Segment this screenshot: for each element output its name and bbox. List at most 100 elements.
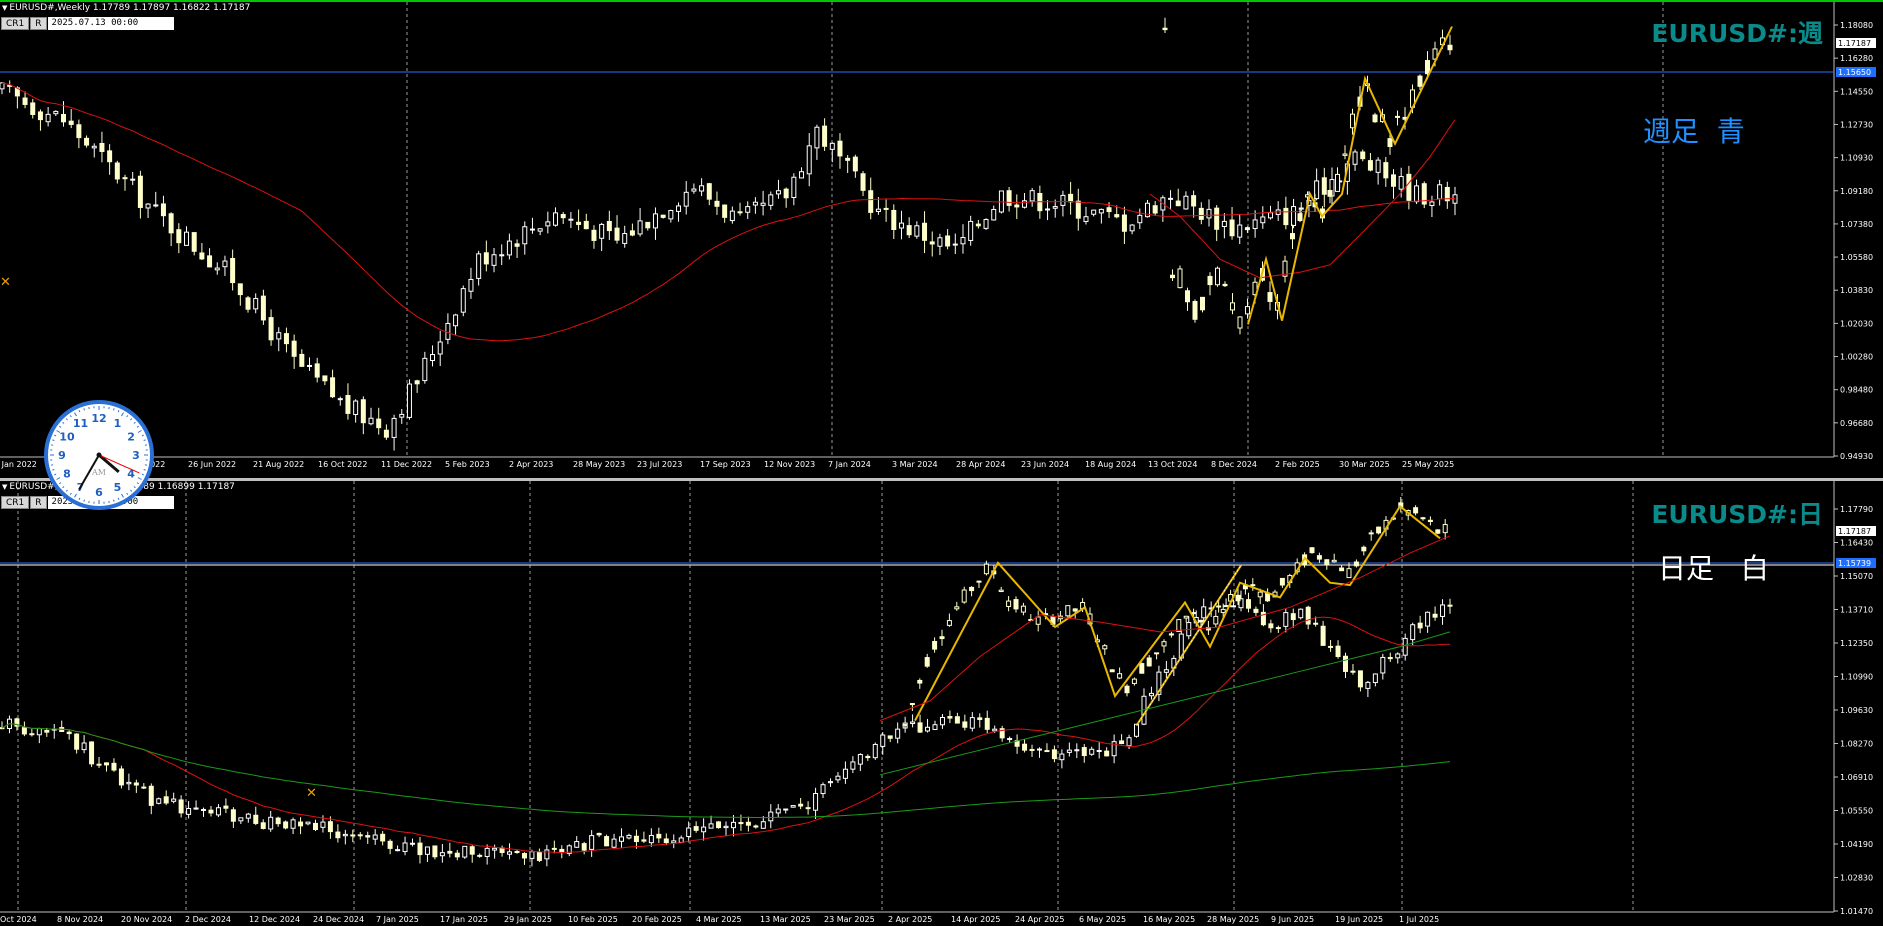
daily-chart-canvas[interactable]: 1.17790 1.16430 1.15070 1.13710 1.12350 1.109… — [0, 481, 1883, 926]
bull-candle — [445, 322, 451, 340]
bear-candle — [74, 733, 80, 750]
bear-candle — [865, 755, 871, 759]
bear-candle — [178, 799, 184, 814]
bull-candle — [1291, 206, 1297, 226]
bull-candle — [1134, 723, 1140, 737]
date-tick-label: 2 Dec 2024 — [185, 915, 231, 924]
bull-candle — [691, 188, 697, 192]
bear-candle — [230, 809, 236, 822]
bear-candle — [237, 283, 243, 296]
price-tick-label: 1.00280 — [1840, 353, 1873, 362]
bear-candle — [929, 241, 935, 245]
datetime-input[interactable]: 2025.07.13 00:00 — [47, 17, 174, 30]
bear-candle — [1068, 193, 1074, 203]
bear-candle — [633, 835, 639, 843]
r-button[interactable]: R — [30, 17, 47, 30]
bear-candle — [22, 97, 28, 105]
date-tick-label: 17 Sep 2023 — [700, 460, 751, 469]
clock-number: 10 — [59, 431, 75, 444]
collapse-triangle-icon[interactable]: ▼ — [2, 4, 7, 12]
bull-candle — [1117, 673, 1123, 679]
bear-candle — [1229, 219, 1235, 237]
bull-candle — [880, 734, 886, 747]
bull-candle — [545, 221, 551, 227]
bull-candle — [1223, 605, 1229, 608]
bull-candle — [544, 849, 550, 860]
cr1-button[interactable]: CR1 — [1, 496, 30, 509]
date-tick-label: 23 Jul 2023 — [637, 460, 682, 469]
bull-candle — [372, 834, 378, 840]
bear-candle — [906, 225, 912, 236]
bull-candle — [368, 417, 374, 425]
bear-candle — [1376, 526, 1382, 534]
bull-candle — [430, 354, 436, 362]
clock-tick — [52, 469, 55, 471]
date-tick-label: 1 Jul 2025 — [1399, 915, 1439, 924]
bull-candle — [902, 724, 908, 727]
bear-candle — [21, 727, 27, 735]
bull-candle — [238, 817, 244, 822]
daily-note: 日足 白 — [1658, 552, 1769, 585]
price-tick-label: 0.94930 — [1840, 452, 1873, 461]
bear-candle — [845, 157, 851, 161]
bull-candle — [193, 807, 199, 810]
price-tick-label: 1.07380 — [1840, 220, 1873, 229]
bear-candle — [1417, 75, 1423, 87]
bull-candle — [253, 298, 259, 310]
bull-candle — [895, 728, 901, 739]
bull-candle — [574, 841, 580, 848]
bull-candle — [708, 823, 714, 829]
analog-clock-widget[interactable]: 121234567891011AM — [42, 398, 156, 512]
price-tick-label: 1.05580 — [1840, 253, 1873, 262]
bear-candle — [1313, 622, 1319, 625]
bear-candle — [1106, 207, 1112, 213]
bear-candle — [1406, 173, 1412, 201]
collapse-triangle-icon[interactable]: ▼ — [2, 483, 7, 491]
date-tick-label: 17 Jan 2025 — [440, 915, 488, 924]
bear-candle — [860, 173, 866, 191]
bull-candle — [186, 808, 192, 815]
bull-candle — [910, 721, 916, 725]
date-tick-label: 9 Jan 2022 — [0, 460, 37, 469]
bear-candle — [84, 137, 90, 146]
cr1-button[interactable]: CR1 — [1, 17, 30, 30]
weekly-chart-canvas[interactable]: 1.18080 1.16280 1.14550 1.12730 1.10930 1.091… — [0, 2, 1883, 478]
bull-candle — [752, 201, 758, 206]
bull-candle — [1410, 624, 1416, 641]
bear-candle — [1250, 584, 1256, 587]
bear-candle — [714, 200, 720, 207]
bear-candle — [1222, 283, 1228, 287]
bull-candle — [1096, 749, 1102, 752]
date-tick-label: 20 Feb 2025 — [632, 915, 682, 924]
bear-candle — [417, 842, 423, 856]
bear-candle — [1427, 519, 1433, 523]
bear-candle — [260, 822, 266, 829]
daily-chart-pane[interactable]: 1.17790 1.16430 1.15070 1.13710 1.12350 1.109… — [0, 481, 1883, 926]
bull-candle — [939, 716, 945, 726]
bear-candle — [1353, 561, 1359, 567]
bull-candle — [1365, 681, 1371, 689]
clock-icon: 121234567891011AM — [44, 400, 154, 510]
bear-candle — [99, 142, 105, 152]
bear-candle — [1321, 177, 1327, 195]
bull-candle — [1102, 645, 1108, 650]
date-tick-label: 11 Dec 2022 — [381, 460, 432, 469]
bear-candle — [335, 831, 341, 839]
date-tick-label: 13 Mar 2025 — [760, 915, 811, 924]
bear-candle — [469, 846, 475, 855]
bull-candle — [829, 142, 835, 150]
bear-candle — [1417, 622, 1423, 629]
bear-candle — [230, 258, 236, 284]
bull-candle — [553, 212, 559, 226]
bull-candle — [342, 833, 348, 837]
bear-candle — [96, 763, 102, 766]
bull-candle — [1183, 615, 1189, 619]
bear-candle — [1390, 174, 1396, 187]
bear-candle — [837, 140, 843, 157]
bull-candle — [268, 816, 274, 830]
date-tick-label: 4 Mar 2025 — [696, 915, 742, 924]
weekly-chart-pane[interactable]: 1.18080 1.16280 1.14550 1.12730 1.10930 1.091… — [0, 0, 1883, 478]
bull-candle — [1245, 306, 1250, 315]
bear-candle — [253, 814, 259, 824]
bull-candle — [145, 203, 151, 209]
